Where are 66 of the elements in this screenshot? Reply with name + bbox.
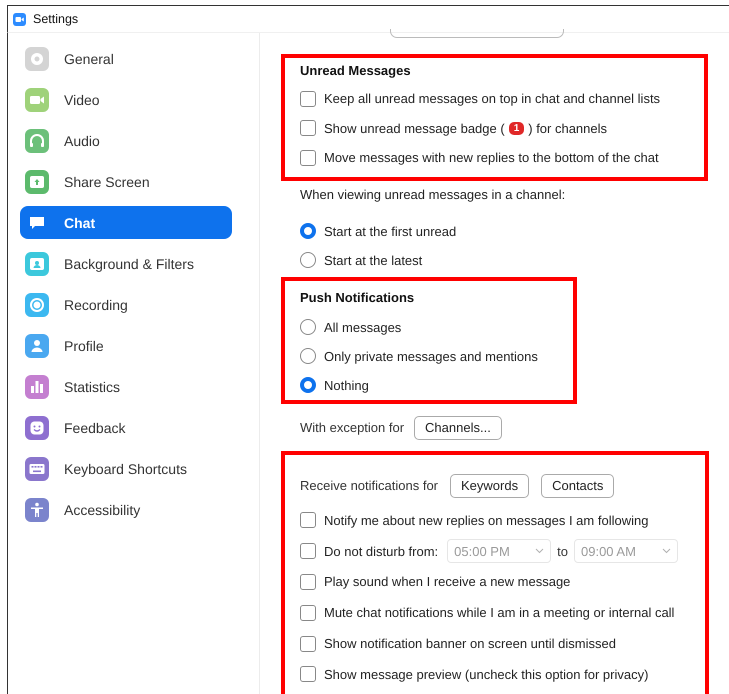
sidebar-item[interactable]: Accessibility <box>20 493 232 526</box>
person-icon <box>25 334 49 358</box>
option-label: Nothing <box>324 378 369 392</box>
checkbox[interactable] <box>300 604 316 621</box>
prompt-text: When viewing unread messages in a channel: <box>299 186 566 204</box>
checkbox[interactable] <box>300 636 316 652</box>
keyboard-icon <box>25 456 49 480</box>
section-title: Push Notifications <box>300 288 416 306</box>
checkbox[interactable] <box>300 666 316 682</box>
unread-badge: 1 <box>508 122 524 135</box>
window-title: Settings <box>33 12 78 26</box>
option-label: Move messages with new replies to the bottom of the chat <box>324 150 659 166</box>
section-title: Unread Messages <box>300 62 412 80</box>
sidebar-item[interactable]: Share Screen <box>20 165 232 198</box>
radio-button[interactable] <box>300 319 316 335</box>
checkbox[interactable] <box>300 543 316 560</box>
option-button[interactable]: Keywords <box>450 474 530 498</box>
channels-button[interactable]: Channels... <box>414 416 502 440</box>
checkbox[interactable] <box>300 150 316 166</box>
sidebar-item[interactable]: Video <box>20 83 232 116</box>
sidebar-item[interactable]: Keyboard Shortcuts <box>20 452 232 485</box>
checkbox[interactable] <box>300 574 316 590</box>
option-label: Show unread message badge ( <box>324 120 505 136</box>
option-label: Play sound when I receive a new message <box>324 574 570 590</box>
bar-chart-icon <box>25 374 49 398</box>
video-camera-icon <box>25 88 49 112</box>
radio-button[interactable] <box>300 223 316 239</box>
radio-button[interactable] <box>300 252 316 268</box>
radio-button[interactable] <box>300 348 316 364</box>
camera-icon <box>13 12 26 26</box>
chevron-down-icon <box>535 548 544 554</box>
sidebar-item[interactable]: Profile <box>20 329 232 362</box>
option-label: All messages <box>324 320 402 334</box>
record-icon <box>25 292 49 316</box>
option-label: Notify me about new replies on messages I am following <box>324 512 648 528</box>
sidebar-item[interactable]: General <box>20 42 232 75</box>
sidebar-item[interactable]: Statistics <box>20 370 232 403</box>
sidebar-item[interactable]: Recording <box>20 288 232 321</box>
sidebar-item[interactable]: Feedback <box>20 411 232 444</box>
checkbox[interactable] <box>300 512 316 528</box>
option-button[interactable]: Contacts <box>541 474 614 498</box>
option-label: Start at the latest <box>324 252 422 268</box>
smiley-icon <box>25 416 49 440</box>
to-label: to <box>557 544 568 559</box>
checkbox[interactable] <box>300 120 316 136</box>
option-label: Start at the first unread <box>324 224 456 238</box>
gear-icon <box>25 46 49 70</box>
checkbox[interactable] <box>300 90 316 107</box>
option-label: ) for channels <box>528 120 608 136</box>
share-screen-icon <box>25 170 49 194</box>
notifications-label: Receive notifications for <box>300 478 438 493</box>
headphones-icon <box>25 128 49 152</box>
radio-button[interactable] <box>300 377 316 393</box>
sidebar-item[interactable]: Chat <box>20 206 232 239</box>
accessibility-icon <box>25 498 49 522</box>
option-label: Only private messages and mentions <box>324 348 538 364</box>
exception-label: With exception for <box>300 420 404 435</box>
sidebar-item[interactable]: Background & Filters <box>20 247 232 280</box>
sidebar-item[interactable]: Audio <box>20 124 232 157</box>
portrait-icon <box>25 252 49 276</box>
option-label: Mute chat notifications while I am in a meeting or internal call <box>324 605 674 620</box>
option-label: Do not disturb from: <box>324 544 438 559</box>
option-label: Show message preview (uncheck this option for privacy) <box>324 666 648 682</box>
option-label: Keep all unread messages on top in chat and channel lists <box>324 91 660 106</box>
option-label: Show notification banner on screen until dismissed <box>324 636 616 652</box>
chevron-down-icon <box>662 548 671 554</box>
